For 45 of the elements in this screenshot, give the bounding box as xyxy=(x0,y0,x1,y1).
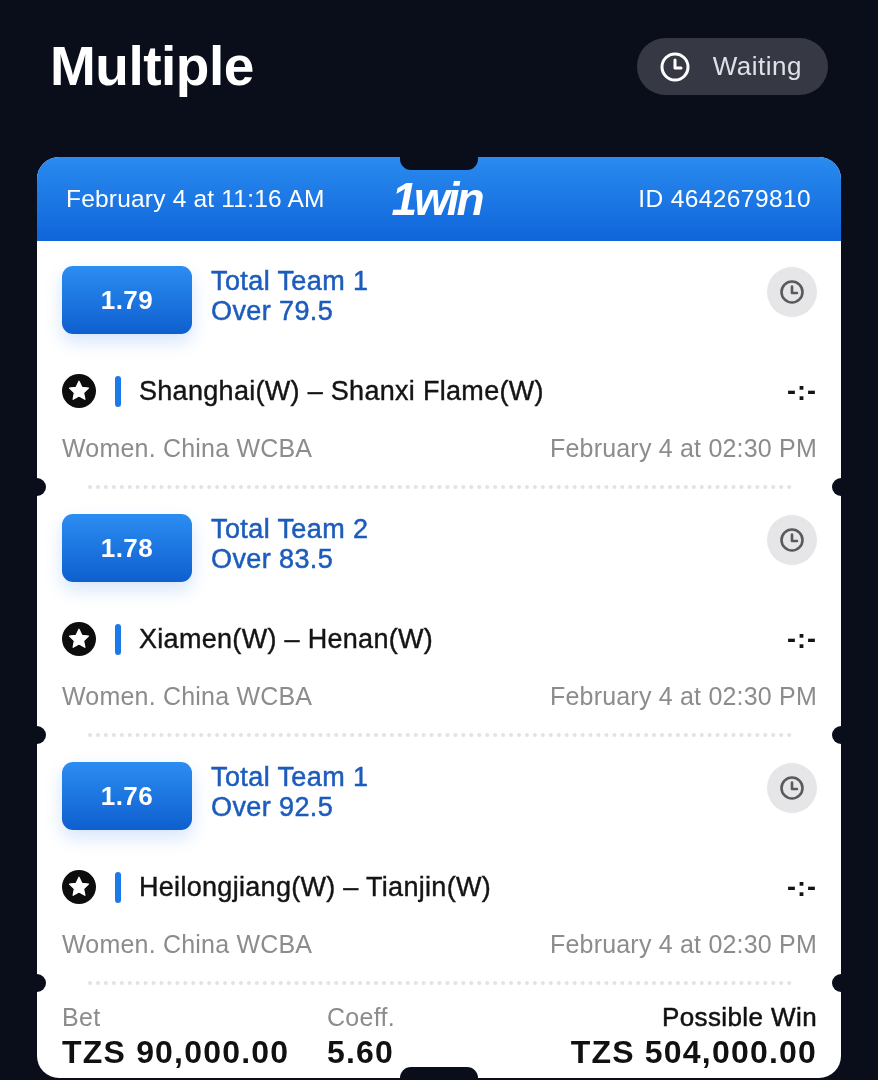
match-name: Xiamen(W) – Henan(W) xyxy=(139,622,434,656)
status-label: Waiting xyxy=(712,50,802,83)
ticket-notch xyxy=(37,974,46,992)
accent-bar xyxy=(115,375,121,407)
match-name: Heilongjiang(W) – Tianjin(W) xyxy=(139,870,491,904)
ticket-notch xyxy=(832,726,841,744)
bet-label: Bet xyxy=(62,1002,102,1032)
odds-value: 1.78 xyxy=(62,514,192,582)
match-score: -:- xyxy=(787,870,817,904)
match-score: -:- xyxy=(787,374,817,408)
market-name: Total Team 2 xyxy=(211,514,369,544)
outcome-label: Over 83.5 xyxy=(211,544,335,574)
clock-icon xyxy=(767,515,817,565)
match-time: February 4 at 02:30 PM xyxy=(549,433,817,463)
ticket-notch xyxy=(37,478,46,496)
league-name: Women. China WCBA xyxy=(62,433,313,463)
possible-win-amount: TZS 504,000.00 xyxy=(570,1033,817,1072)
clock-icon xyxy=(767,763,817,813)
ticket-date: February 4 at 11:16 AM xyxy=(66,183,326,214)
market-name: Total Team 1 xyxy=(211,266,369,296)
match-time: February 4 at 02:30 PM xyxy=(549,681,817,711)
league-name: Women. China WCBA xyxy=(62,681,313,711)
market-name: Total Team 1 xyxy=(211,762,369,792)
match-name: Shanghai(W) – Shanxi Flame(W) xyxy=(139,374,544,408)
ticket-notch xyxy=(832,478,841,496)
accent-bar xyxy=(115,871,121,903)
brand-logo: 1win xyxy=(391,176,484,222)
ticket-id: ID 4642679810 xyxy=(637,183,811,214)
page-title: Multiple xyxy=(50,36,254,96)
outcome-label: Over 79.5 xyxy=(211,296,335,326)
outcome-label: Over 92.5 xyxy=(211,792,335,822)
match-score: -:- xyxy=(787,622,817,656)
match-time: February 4 at 02:30 PM xyxy=(549,929,817,959)
accent-bar xyxy=(115,623,121,655)
odds-value: 1.79 xyxy=(62,266,192,334)
odds-value: 1.76 xyxy=(62,762,192,830)
clock-icon xyxy=(658,50,691,83)
ticket-notch xyxy=(832,974,841,992)
bet-amount: TZS 90,000.00 xyxy=(62,1033,291,1072)
coeff-label: Coeff. xyxy=(327,1002,396,1032)
clock-icon xyxy=(767,267,817,317)
possible-win-label: Possible Win xyxy=(661,1002,817,1032)
coeff-value: 5.60 xyxy=(327,1033,396,1072)
league-name: Women. China WCBA xyxy=(62,929,313,959)
ticket-notch xyxy=(37,726,46,744)
